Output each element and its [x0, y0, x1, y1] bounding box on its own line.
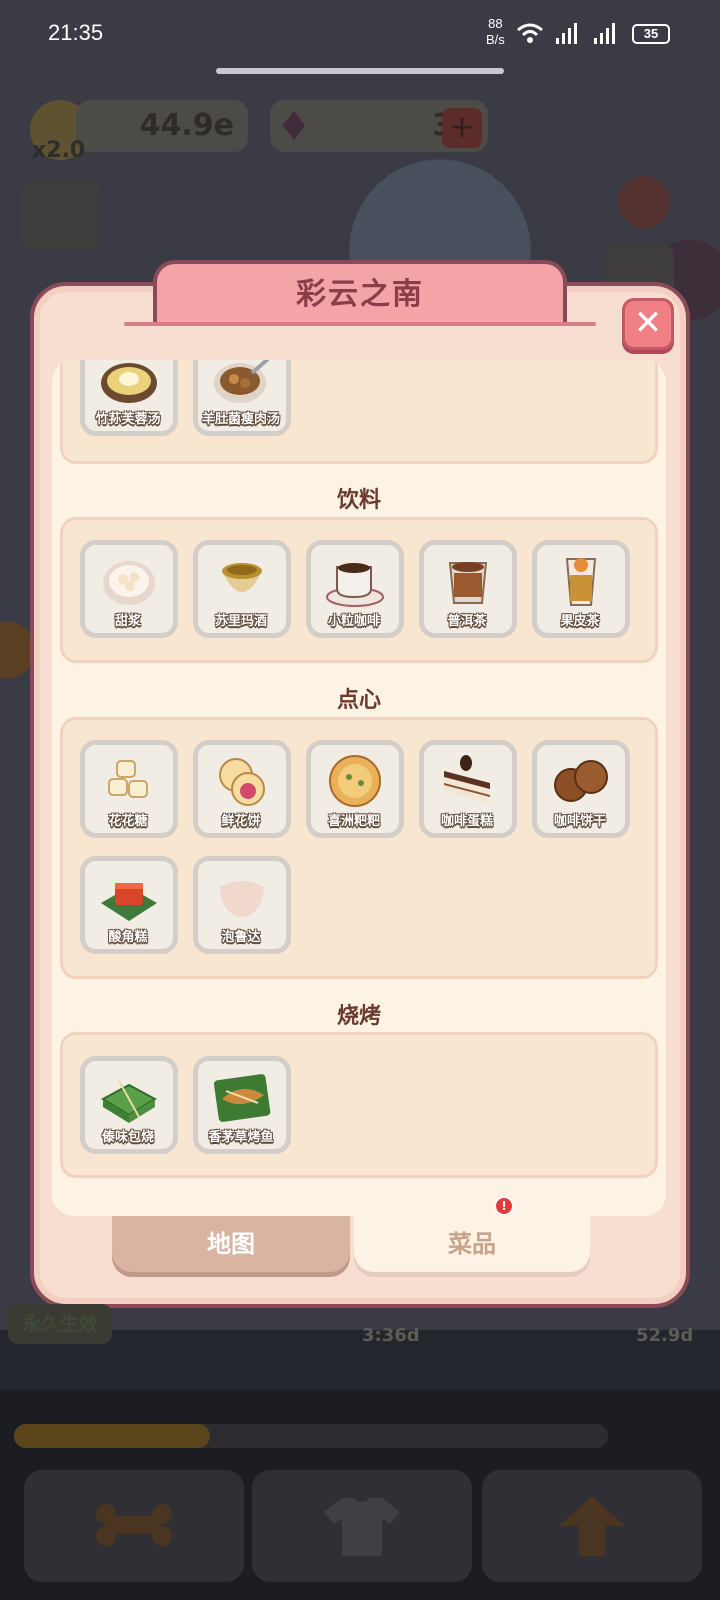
dish-tile[interactable]: 咖啡饼干	[532, 740, 630, 838]
coin-counter: 44.9e	[76, 100, 248, 152]
coffee-cup-icon	[326, 563, 384, 607]
shop-button[interactable]	[22, 180, 100, 250]
progress-bar	[14, 1424, 608, 1448]
outfit-button[interactable]	[252, 1470, 472, 1582]
arrow-up-icon	[559, 1496, 625, 1556]
dish-tile[interactable]: 傣味包烧	[80, 1056, 178, 1154]
sulima-wine-icon	[222, 563, 262, 592]
flower-cake-icon	[219, 758, 265, 806]
title-underline	[124, 322, 596, 326]
dai-leaf-grill-icon	[100, 1080, 158, 1123]
dish-name: 酸角糕	[108, 930, 148, 945]
notification-badge: !	[494, 1196, 514, 1216]
lemongrass-fish-icon	[213, 1074, 271, 1122]
dish-tile[interactable]: 普洱茶	[419, 540, 517, 638]
status-bar: 21:35 88 B/s 35	[0, 0, 720, 70]
home-indicator	[216, 68, 504, 74]
close-button[interactable]: ✕	[622, 298, 674, 350]
dish-list-panel[interactable]: 饮料 点心 烧烤 竹荪芙蓉汤 羊肚菌瘦肉汤 甜浆 苏里玛酒 小粒咖啡 普洱茶 果…	[52, 360, 666, 1216]
dish-tile[interactable]: 苏里玛酒	[193, 540, 291, 638]
signal-icon	[514, 20, 624, 53]
timer-left: 3:36d	[362, 1325, 420, 1346]
bone-icon	[96, 1504, 172, 1546]
tamarind-cake-icon	[101, 883, 157, 921]
multiplier-label: x2.0	[32, 138, 86, 163]
puer-tea-icon	[448, 562, 488, 604]
dish-name: 花花糖	[108, 814, 148, 829]
dish-tile[interactable]: 香茅草烤鱼	[193, 1056, 291, 1154]
dish-name: 甜浆	[114, 614, 141, 629]
dish-tile[interactable]: 酸角糕	[80, 856, 178, 954]
flower-candy-icon	[108, 760, 148, 798]
wifi-signal-icon	[517, 23, 615, 44]
settings-gear-icon[interactable]	[618, 176, 670, 228]
timer-right: 52.9d	[636, 1325, 694, 1346]
dish-name: 香茅草烤鱼	[208, 1130, 274, 1145]
network-speed: 88 B/s	[486, 16, 505, 48]
battery-icon: 35	[632, 24, 670, 44]
progress-fill	[14, 1424, 211, 1448]
dish-name: 喜洲粑粑	[327, 814, 380, 829]
dish-tile-locked[interactable]: 泡鲁达	[193, 856, 291, 954]
dish-tile[interactable]: 喜洲粑粑	[306, 740, 404, 838]
dish-tile[interactable]: 咖啡蛋糕	[419, 740, 517, 838]
modal-title: 彩云之南	[153, 260, 567, 324]
dish-tile[interactable]: 羊肚菌瘦肉汤	[193, 360, 291, 436]
paoluda-icon	[220, 881, 264, 917]
fruit-peel-tea-icon	[565, 558, 597, 606]
section-heading-desserts: 点心	[336, 688, 381, 713]
dish-tile[interactable]: 甜浆	[80, 540, 178, 638]
dish-tile[interactable]: 花花糖	[80, 740, 178, 838]
upgrade-button[interactable]	[482, 1470, 702, 1582]
dish-name: 竹荪芙蓉汤	[95, 412, 161, 427]
section-heading-drinks: 饮料	[336, 488, 381, 513]
status-time: 21:35	[48, 20, 104, 45]
xizhou-baba-icon	[329, 755, 381, 807]
dish-name: 小粒咖啡	[327, 614, 380, 629]
dish-name: 泡鲁达	[221, 930, 261, 945]
bamboo-fungus-soup-icon	[101, 363, 157, 403]
dish-list-scroll[interactable]: 饮料 点心 烧烤 竹荪芙蓉汤 羊肚菌瘦肉汤 甜浆 苏里玛酒 小粒咖啡 普洱茶 果…	[52, 360, 666, 1216]
network-speed-value: 88	[488, 16, 503, 31]
bone-button[interactable]	[24, 1470, 244, 1582]
shirt-icon	[324, 1498, 400, 1556]
dish-tile[interactable]: 小粒咖啡	[306, 540, 404, 638]
dish-name: 傣味包烧	[101, 1130, 154, 1145]
forever-effect-badge[interactable]: 永久生效	[8, 1304, 112, 1344]
dish-tile[interactable]: 竹荪芙蓉汤	[80, 360, 178, 436]
coffee-cookie-icon	[554, 760, 608, 802]
tab-dishes[interactable]: 菜品	[354, 1216, 590, 1272]
coffee-cake-icon	[444, 755, 490, 803]
morel-pork-soup-icon	[214, 360, 270, 403]
gem-icon: ♦	[276, 104, 312, 150]
dish-tile[interactable]: 果皮茶	[532, 540, 630, 638]
section-heading-bbq: 烧烤	[336, 1004, 381, 1029]
dish-name: 鲜花饼	[221, 814, 261, 829]
dish-name: 苏里玛酒	[214, 614, 267, 629]
add-gems-button[interactable]: +	[442, 108, 482, 148]
dish-name: 咖啡饼干	[553, 814, 606, 829]
network-speed-unit: B/s	[486, 32, 505, 47]
dish-name: 普洱茶	[447, 614, 487, 629]
tab-map[interactable]: 地图	[112, 1216, 350, 1272]
dish-name: 羊肚菌瘦肉汤	[201, 412, 280, 427]
dish-tile[interactable]: 鲜花饼	[193, 740, 291, 838]
dish-name: 咖啡蛋糕	[440, 814, 493, 829]
dish-name: 果皮茶	[560, 614, 600, 629]
sweet-drink-icon	[103, 561, 155, 605]
